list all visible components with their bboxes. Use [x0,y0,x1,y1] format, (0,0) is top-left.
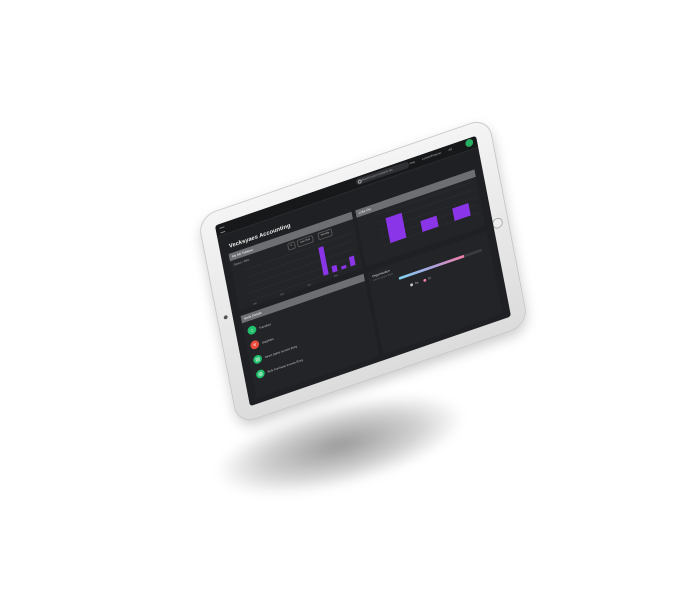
bank-icon: ⌂ [246,324,257,336]
top-item-3[interactable]: Ad [448,146,453,154]
x-tick-label: Apr [280,292,285,296]
legend-label: Dl [427,276,432,281]
legend-item-1: Sa [409,280,419,287]
x-tick-label: Oct [334,274,339,278]
top-item-1[interactable]: Ons [409,159,415,167]
legend-dot [409,282,414,287]
bank-item-label: Suppliers [261,336,275,345]
x-tick-label: Jul [307,283,311,287]
avatar[interactable] [464,138,474,148]
bar-Oct[interactable] [331,264,338,273]
document-icon: ▤ [252,353,263,365]
bank-item-transfers[interactable]: ⌂ Transfers [246,320,272,336]
bank-item-label: Direct Sales Invoice Entry [264,343,298,359]
screen: Search your contacts etc Ons Lorem/Finan… [214,135,512,407]
legend-label: Sa [414,280,419,286]
bank-item-label: Transfers [258,321,272,330]
bar-C[interactable] [452,203,471,221]
legend-dot [423,278,427,282]
bank-item-suppliers[interactable]: ≡ Suppliers [249,334,275,351]
menu-icon[interactable] [219,226,226,234]
document-icon: ▤ [255,368,266,380]
legend-item-2: Dl [423,276,431,282]
bank-item-label: Bulk Purchase Invoice Entry [267,357,304,374]
tablet: Search your contacts etc Ons Lorem/Finan… [198,118,528,424]
bar-A[interactable] [385,212,407,244]
receipt-icon: ≡ [249,339,260,351]
bar-B[interactable] [420,215,439,233]
org-progress-fill [398,254,464,280]
bar-Sep[interactable] [318,246,329,276]
search-icon [357,179,362,185]
x-tick-label: Jan [253,301,258,305]
bar-Dec[interactable] [348,255,356,267]
org-progress-bar [398,248,483,280]
